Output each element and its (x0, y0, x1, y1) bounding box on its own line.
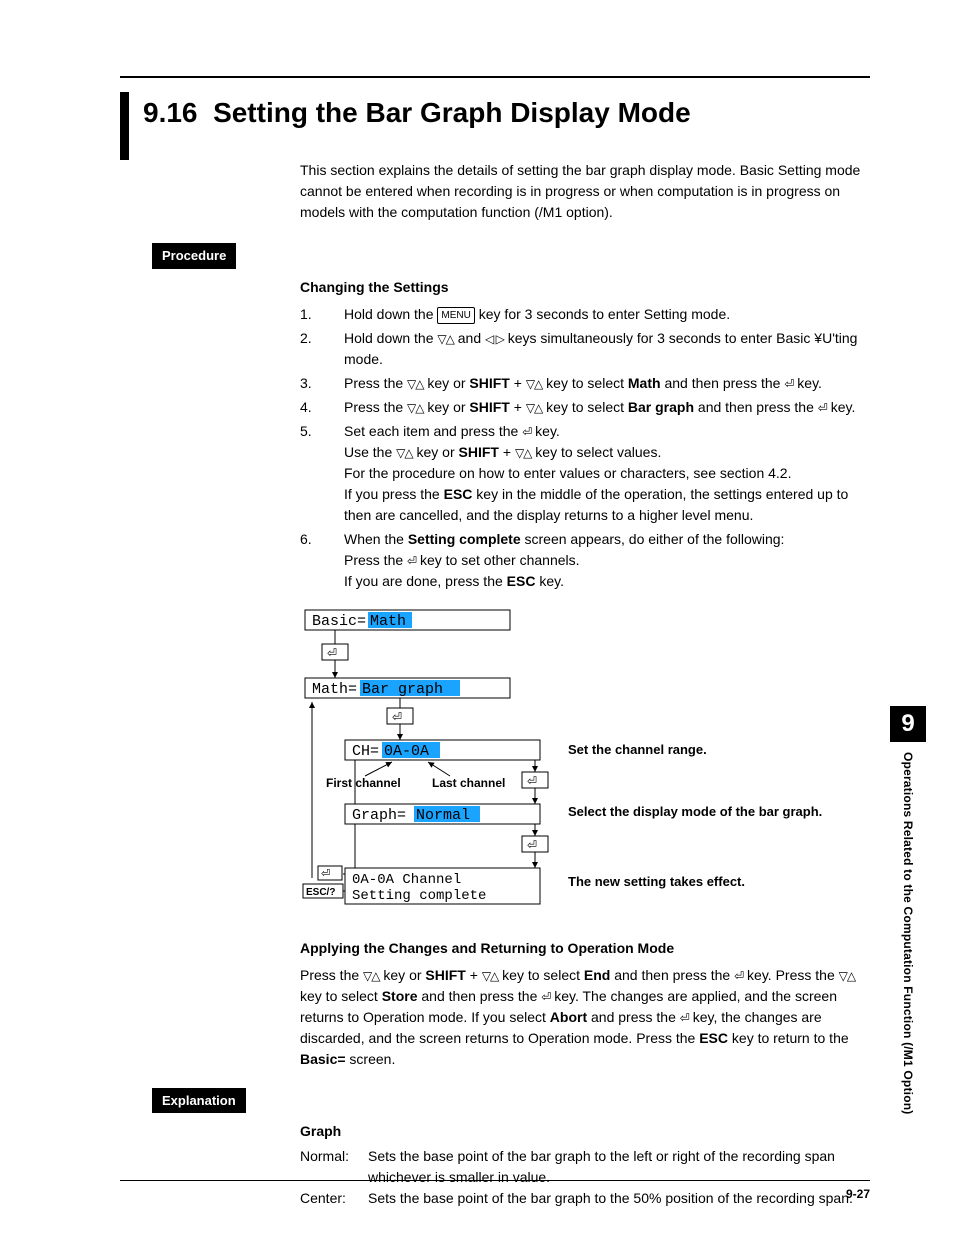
enter-icon: ⏎ (680, 1011, 689, 1025)
leftright-icon: ◁ ▷ (485, 332, 504, 346)
section-title: Setting the Bar Graph Display Mode (213, 97, 691, 128)
flow-diagram: Basic= Math ⏎ Math= Bar graph ⏎ CH= 0A- (300, 608, 870, 918)
heading-bar-icon (120, 92, 129, 160)
svg-text:⏎: ⏎ (527, 774, 537, 788)
updown-icon: ▽△ (396, 446, 412, 460)
chapter-number: 9 (890, 706, 926, 742)
flow-final1: 0A-0A Channel (352, 872, 461, 888)
page-footer: 9-27 (120, 1180, 870, 1203)
steps-list: 1. Hold down the MENU key for 3 seconds … (300, 304, 870, 592)
updown-icon: ▽△ (437, 332, 453, 346)
menu-key-icon: MENU (437, 307, 474, 324)
explanation-head: Graph (300, 1121, 870, 1142)
enter-icon: ⏎ (734, 969, 743, 983)
enter-icon: ⏎ (522, 425, 531, 439)
step-5: 5. Set each item and press the ⏎ key. Us… (300, 421, 870, 526)
flow-final2: Setting complete (352, 888, 486, 904)
page-number: 9-27 (120, 1185, 870, 1203)
side-tab: 9 Operations Related to the Computation … (888, 706, 928, 1114)
updown-icon: ▽△ (839, 969, 855, 983)
flow-graph-val: Normal (416, 807, 470, 824)
flow-ch-val: 0A-0A (384, 743, 429, 760)
step-2: 2. Hold down the ▽△ and ◁ ▷ keys simulta… (300, 328, 870, 370)
applying-paragraph: Press the ▽△ key or SHIFT + ▽△ key to se… (300, 965, 870, 1070)
heading-row: 9.16 Setting the Bar Graph Display Mode (120, 92, 870, 160)
section-number: 9.16 (143, 97, 198, 128)
enter-icon: ⏎ (407, 554, 416, 568)
flow-basic-val: Math (370, 613, 406, 630)
footer-rule (120, 1180, 870, 1181)
svg-text:⏎: ⏎ (392, 710, 402, 724)
flow-last-channel-label: Last channel (432, 774, 505, 792)
svg-text:⏎: ⏎ (527, 838, 537, 852)
intro-paragraph: This section explains the details of set… (300, 160, 870, 223)
chapter-title-vertical: Operations Related to the Computation Fu… (899, 752, 917, 1114)
flow-ch-lhs: CH= (352, 743, 379, 760)
applying-subhead: Applying the Changes and Returning to Op… (300, 938, 870, 959)
changing-settings-subhead: Changing the Settings (300, 277, 870, 298)
flow-math-lhs: Math= (312, 681, 357, 698)
flow-graph-lhs: Graph= (352, 807, 406, 824)
procedure-label: Procedure (152, 243, 236, 269)
page-title: 9.16 Setting the Bar Graph Display Mode (143, 92, 691, 134)
updown-icon: ▽△ (407, 377, 423, 391)
explanation-label: Explanation (152, 1088, 246, 1114)
step-6: 6. When the Setting complete screen appe… (300, 529, 870, 592)
flow-esc-btn: ESC/? (306, 887, 335, 898)
step-1: 1. Hold down the MENU key for 3 seconds … (300, 304, 870, 325)
updown-icon: ▽△ (482, 969, 498, 983)
flow-math-val: Bar graph (362, 681, 443, 698)
svg-text:⏎: ⏎ (321, 868, 330, 880)
updown-icon: ▽△ (515, 446, 531, 460)
top-rule (120, 76, 870, 78)
enter-icon: ⏎ (818, 401, 827, 415)
step-3: 3. Press the ▽△ key or SHIFT + ▽△ key to… (300, 373, 870, 394)
updown-icon: ▽△ (526, 401, 542, 415)
step-4: 4. Press the ▽△ key or SHIFT + ▽△ key to… (300, 397, 870, 418)
page-body: 9.16 Setting the Bar Graph Display Mode … (120, 76, 870, 1195)
updown-icon: ▽△ (407, 401, 423, 415)
flow-first-channel-label: First channel (326, 774, 401, 792)
svg-text:⏎: ⏎ (327, 646, 337, 660)
flow-ann-channel-range: Set the channel range. (568, 740, 707, 760)
updown-icon: ▽△ (363, 969, 379, 983)
enter-icon: ⏎ (541, 990, 550, 1004)
flow-basic-lhs: Basic= (312, 613, 366, 630)
flow-ann-takes-effect: The new setting takes effect. (568, 872, 745, 892)
flow-ann-display-mode: Select the display mode of the bar graph… (568, 802, 828, 822)
updown-icon: ▽△ (526, 377, 542, 391)
